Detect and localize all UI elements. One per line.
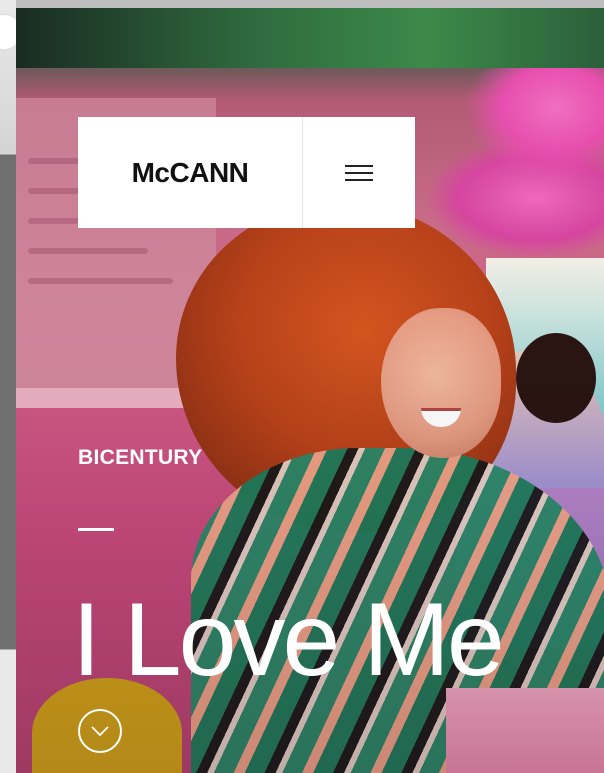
scroll-down-button[interactable] xyxy=(78,709,122,753)
background-page-edge xyxy=(0,0,22,773)
mccann-logo: McCANN xyxy=(131,156,249,188)
logo-link[interactable]: McCANN xyxy=(78,117,303,228)
hamburger-menu-icon xyxy=(345,164,373,181)
hero-headline: I Love Me xyxy=(72,582,505,698)
chevron-down-icon xyxy=(91,726,109,736)
menu-button[interactable] xyxy=(303,117,415,228)
site-header: McCANN xyxy=(78,117,415,228)
hero-divider xyxy=(78,528,114,531)
page: McCANN BICENTURY I Love Me xyxy=(0,0,604,773)
hero-kicker: BICENTURY xyxy=(78,446,203,469)
